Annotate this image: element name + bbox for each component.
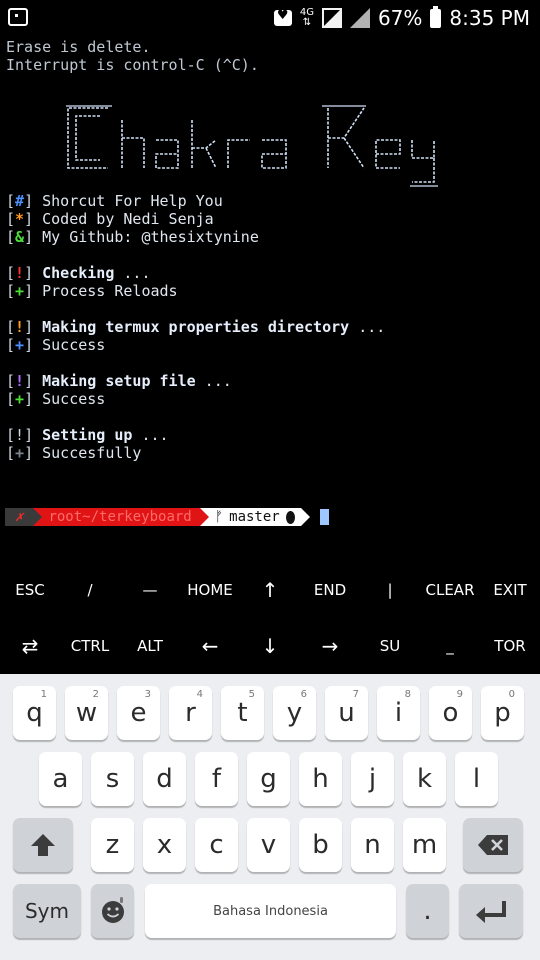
terminal-line-coded: [*] Coded by Nedi Senja: [6, 210, 214, 228]
terminal-line-setting: [!] Setting up ...: [6, 426, 169, 444]
tor-key[interactable]: TOR: [480, 618, 540, 674]
home-key[interactable]: HOME: [180, 562, 240, 618]
key-t[interactable]: 5t: [221, 686, 264, 740]
emoji-smiley-icon: [101, 897, 124, 923]
key-k[interactable]: k: [403, 752, 446, 806]
prompt-separator: [199, 508, 209, 526]
soft-keyboard: 1q 2w 3e 4r 5t 6y 7u 8i 9o 0p a s d f g …: [0, 674, 540, 960]
key-c[interactable]: c: [195, 818, 238, 872]
terminal-line-making-setup: [!] Making setup file ...: [6, 372, 232, 390]
left-arrow-key[interactable]: ←: [180, 618, 240, 674]
key-r[interactable]: 4r: [169, 686, 212, 740]
cell-signal-icon: [349, 8, 370, 28]
notification-heart-icon: [273, 8, 292, 26]
terminal-line-making-dir: [!] Making termux properties directory .…: [6, 318, 386, 336]
down-arrow-key[interactable]: ↓: [240, 618, 300, 674]
extra-keys-row-2: ⇄ CTRL ALT ← ↓ → SU _ TOR: [0, 618, 540, 674]
chakra-key-banner: [66, 105, 438, 187]
extra-keys-row-1: ESC / — HOME ↑ END | CLEAR EXIT: [0, 562, 540, 618]
underscore-key[interactable]: _: [420, 618, 480, 674]
prompt-separator: [33, 508, 43, 526]
network-type-label: 4G ⇅: [299, 7, 314, 28]
period-key[interactable]: .: [406, 884, 449, 938]
key-l[interactable]: l: [455, 752, 498, 806]
terminal-line-interrupt: Interrupt is control-C (^C).: [6, 56, 259, 74]
terminal-line-success-2: [+] Success: [6, 390, 106, 408]
key-q[interactable]: 1q: [13, 686, 56, 740]
backspace-icon: [478, 835, 508, 855]
slash-key[interactable]: /: [60, 562, 120, 618]
key-z[interactable]: z: [91, 818, 134, 872]
battery-percent: 67%: [377, 6, 423, 30]
battery-icon: [430, 5, 442, 28]
pipe-key[interactable]: |: [360, 562, 420, 618]
terminal-line-help: [#] Shorcut For Help You: [6, 192, 223, 210]
git-branch-icon: ᚠ: [214, 509, 224, 525]
ctrl-key[interactable]: CTRL: [60, 618, 120, 674]
termux-notification-icon: [8, 8, 28, 26]
tab-key[interactable]: ⇄: [0, 618, 60, 674]
su-key[interactable]: SU: [360, 618, 420, 674]
terminal-line-success-1: [+] Success: [6, 336, 106, 354]
key-y[interactable]: 6y: [273, 686, 316, 740]
key-h[interactable]: h: [299, 752, 342, 806]
emoji-key[interactable]: [91, 884, 134, 938]
key-b[interactable]: b: [299, 818, 342, 872]
space-bar[interactable]: Bahasa Indonesia: [145, 884, 396, 938]
key-w[interactable]: 2w: [65, 686, 108, 740]
extra-keys-bar: ESC / — HOME ↑ END | CLEAR EXIT ⇄ CTRL A…: [0, 562, 540, 674]
shift-arrow-icon: [31, 834, 55, 856]
key-o[interactable]: 9o: [429, 686, 472, 740]
terminal-line-github: [&] My Github: @thesixtynine: [6, 228, 259, 246]
terminal-line-erase: Erase is delete.: [6, 38, 151, 56]
key-j[interactable]: j: [351, 752, 394, 806]
key-v[interactable]: v: [247, 818, 290, 872]
enter-return-icon: [476, 901, 506, 923]
clear-key[interactable]: CLEAR: [420, 562, 480, 618]
terminal-line-checking: [!] Checking ...: [6, 264, 151, 282]
exit-status-mark: ✗: [5, 508, 34, 526]
key-u[interactable]: 7u: [325, 686, 368, 740]
key-x[interactable]: x: [143, 818, 186, 872]
right-arrow-key[interactable]: →: [300, 618, 360, 674]
wifi-signal-icon: [321, 8, 342, 28]
prompt-branch: master: [229, 509, 280, 525]
sym-key[interactable]: Sym: [13, 884, 81, 938]
prompt-git-segment: ᚠ master: [208, 508, 301, 526]
key-m[interactable]: m: [403, 818, 446, 872]
key-f[interactable]: f: [195, 752, 238, 806]
key-p[interactable]: 0p: [481, 686, 524, 740]
shell-prompt: ✗ root~/terkeyboard ᚠ master: [5, 508, 329, 526]
clock: 8:35 PM: [449, 6, 530, 30]
exit-key[interactable]: EXIT: [480, 562, 540, 618]
backspace-key[interactable]: [463, 818, 523, 872]
prompt-path: root~/terkeyboard: [42, 508, 200, 526]
prompt-separator: [300, 508, 310, 526]
shift-key[interactable]: [13, 818, 73, 872]
key-s[interactable]: s: [91, 752, 134, 806]
key-g[interactable]: g: [247, 752, 290, 806]
key-i[interactable]: 8i: [377, 686, 420, 740]
key-d[interactable]: d: [143, 752, 186, 806]
status-bar: 4G⇅ 67% 8:35 PM: [0, 0, 540, 36]
key-n[interactable]: n: [351, 818, 394, 872]
esc-key[interactable]: ESC: [0, 562, 60, 618]
terminal-line-success-3: [+] Succesfully: [6, 444, 142, 462]
up-arrow-key[interactable]: ↑: [240, 562, 300, 618]
terminal-cursor[interactable]: [319, 509, 329, 525]
enter-key[interactable]: [459, 884, 523, 938]
dash-key[interactable]: —: [120, 562, 180, 618]
key-a[interactable]: a: [39, 752, 82, 806]
status-icons: 4G⇅ 67% 8:35 PM: [273, 4, 530, 32]
git-status-icon: [285, 510, 295, 524]
end-key[interactable]: END: [300, 562, 360, 618]
terminal-line-reloads: [+] Process Reloads: [6, 282, 178, 300]
alt-key[interactable]: ALT: [120, 618, 180, 674]
key-e[interactable]: 3e: [117, 686, 160, 740]
